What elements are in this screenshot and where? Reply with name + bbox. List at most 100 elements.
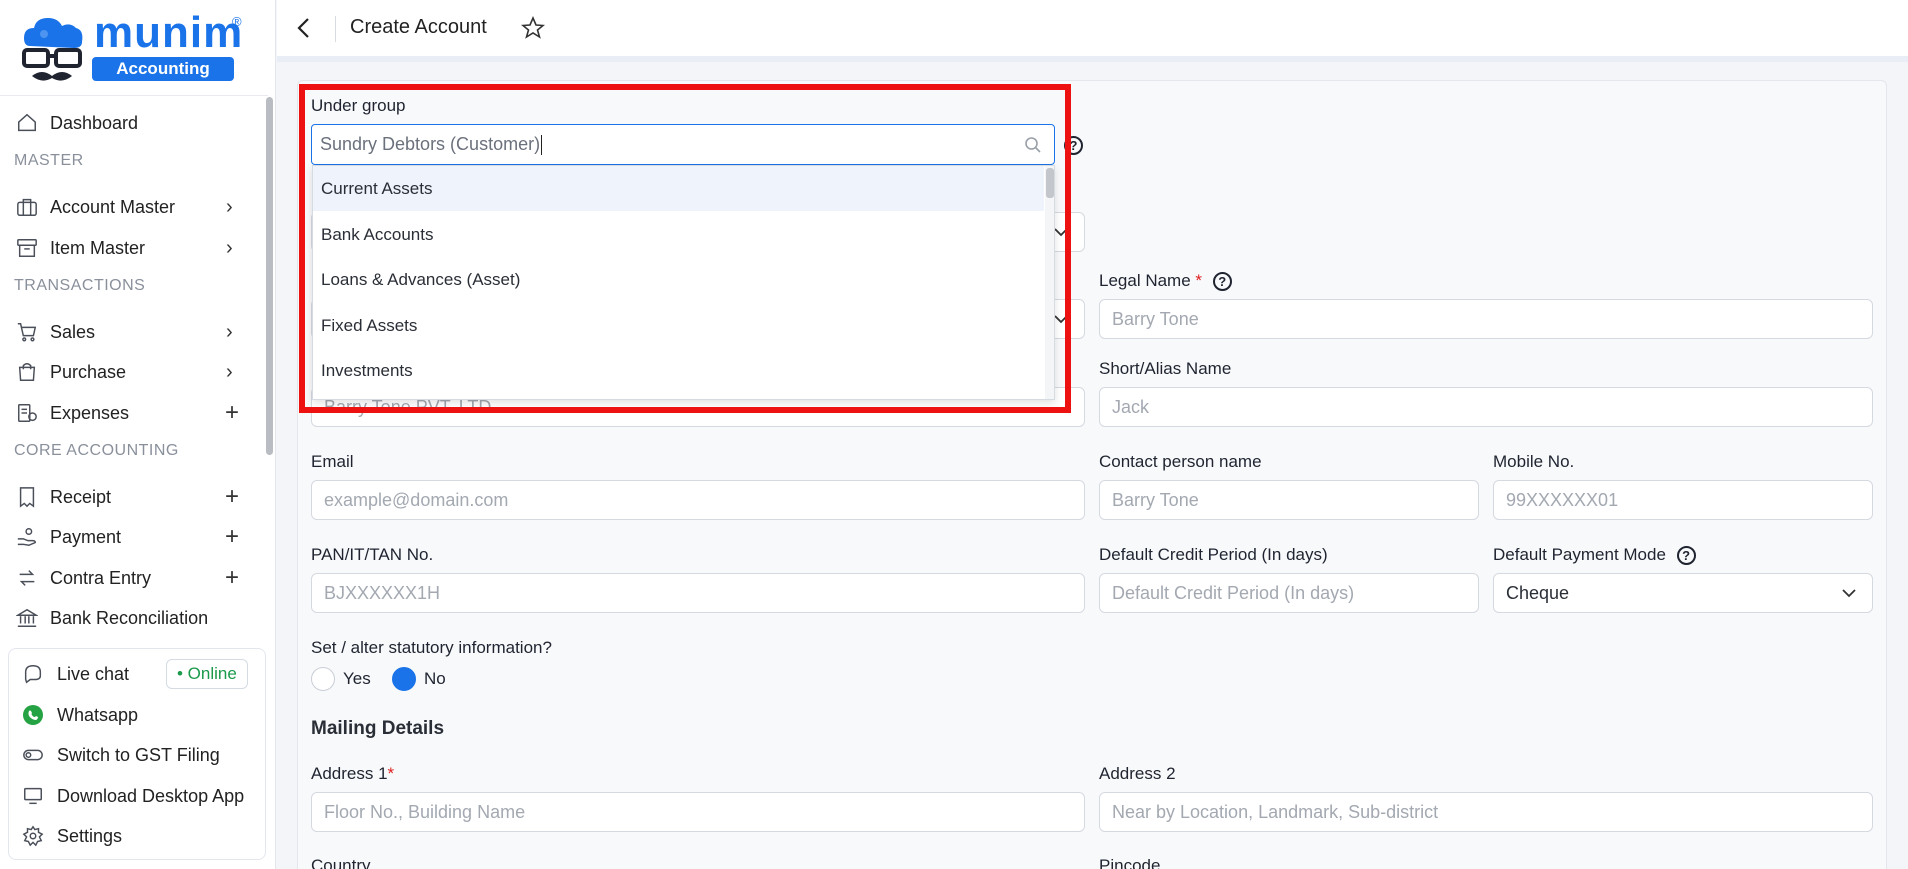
sidebar-item-expenses[interactable]: Expenses + xyxy=(0,394,260,432)
dropdown-option[interactable]: Bank Accounts xyxy=(313,212,1044,257)
legal-name-input[interactable]: Barry Tone xyxy=(1099,299,1873,339)
section-core-accounting: CORE ACCOUNTING xyxy=(14,442,179,459)
sidebar-divider xyxy=(0,95,268,96)
page-title: Create Account xyxy=(350,16,487,38)
add-receipt-icon[interactable]: + xyxy=(225,485,239,509)
under-group-dropdown: Current Assets Bank Accounts Loans & Adv… xyxy=(312,165,1055,400)
sidebar-item-label: Payment xyxy=(50,526,122,547)
whatsapp-item[interactable]: Whatsapp xyxy=(9,697,265,733)
dropdown-option[interactable]: Fixed Assets xyxy=(313,303,1044,348)
contact-person-input[interactable]: Barry Tone xyxy=(1099,480,1479,520)
pan-input[interactable]: BJXXXXXX1H xyxy=(311,573,1085,613)
under-group-value: Sundry Debtors (Customer) xyxy=(320,134,541,154)
dropdown-option[interactable]: Investments xyxy=(313,348,1044,393)
required-marker: * xyxy=(387,764,395,783)
pan-label: PAN/IT/TAN No. xyxy=(311,545,434,564)
pincode-label: Pincode xyxy=(1099,856,1161,869)
sidebar-scrollbar[interactable] xyxy=(266,97,273,455)
pan-placeholder: BJXXXXXX1H xyxy=(324,582,441,603)
under-group-help-icon[interactable]: ? xyxy=(1064,136,1083,155)
sidebar-item-receipt[interactable]: Receipt + xyxy=(0,478,260,516)
settings-item[interactable]: Settings xyxy=(9,818,265,854)
mailing-details-title: Mailing Details xyxy=(311,718,445,739)
alias-name-placeholder: Jack xyxy=(1112,396,1150,417)
email-input[interactable]: example@domain.com xyxy=(311,480,1085,520)
briefcase-icon xyxy=(15,195,39,219)
sidebar-item-account-master[interactable]: Account Master › xyxy=(0,188,260,226)
switch-gst-item[interactable]: Switch to GST Filing xyxy=(9,737,265,773)
credit-period-placeholder: Default Credit Period (In days) xyxy=(1112,582,1355,603)
switch-gst-label: Switch to GST Filing xyxy=(57,744,220,765)
address1-input[interactable]: Floor No., Building Name xyxy=(311,792,1085,832)
download-desktop-item[interactable]: Download Desktop App xyxy=(9,778,265,814)
payment-mode-select[interactable]: Cheque xyxy=(1493,573,1873,613)
sidebar-item-payment[interactable]: Payment + xyxy=(0,518,260,556)
sidebar: munim ® Accounting Dashboard MASTER Acco… xyxy=(0,0,276,869)
alias-name-label: Short/Alias Name xyxy=(1099,359,1232,378)
star-icon xyxy=(520,15,546,39)
payment-mode-help-icon[interactable]: ? xyxy=(1676,546,1696,566)
section-transactions: TRANSACTIONS xyxy=(14,277,146,294)
sidebar-item-purchase[interactable]: Purchase › xyxy=(0,353,260,391)
legal-name-help-icon[interactable]: ? xyxy=(1212,272,1232,292)
address1-label: Address 1* xyxy=(311,764,394,784)
favorite-button[interactable] xyxy=(520,15,546,40)
statutory-yes-radio[interactable] xyxy=(311,667,335,691)
brand-logo[interactable]: munim ® Accounting xyxy=(18,8,242,86)
dropdown-scroll-track[interactable] xyxy=(1045,166,1054,399)
section-master: MASTER xyxy=(14,152,84,169)
under-group-label: Under group xyxy=(311,96,406,115)
email-placeholder: example@domain.com xyxy=(324,489,509,510)
dropdown-option[interactable]: Loans & Advances (Asset) xyxy=(313,257,1044,302)
address1-label-text: Address 1 xyxy=(311,764,388,783)
add-contra-icon[interactable]: + xyxy=(225,566,239,590)
mobile-placeholder: 99XXXXXX01 xyxy=(1506,489,1619,510)
chevron-left-icon xyxy=(297,18,309,38)
text-caret xyxy=(541,134,543,155)
dropdown-option[interactable]: Current Assets xyxy=(313,166,1044,211)
add-payment-icon[interactable]: + xyxy=(225,525,239,549)
archive-icon xyxy=(15,236,39,260)
required-marker: * xyxy=(1195,271,1203,290)
sidebar-item-dashboard[interactable]: Dashboard xyxy=(0,104,260,142)
search-icon xyxy=(1025,137,1041,153)
sidebar-item-sales[interactable]: Sales › xyxy=(0,313,260,351)
live-chat-item[interactable]: Live chat • Online xyxy=(9,656,265,692)
under-group-search-input[interactable]: Sundry Debtors (Customer) xyxy=(311,124,1055,165)
brand-tagline: Accounting xyxy=(92,57,234,81)
sidebar-item-bank-reconciliation[interactable]: Bank Reconciliation xyxy=(0,599,260,637)
statutory-no-radio[interactable] xyxy=(392,667,416,691)
sidebar-item-contra-entry[interactable]: Contra Entry + xyxy=(0,559,260,597)
online-status-badge: • Online xyxy=(166,659,248,689)
mobile-input[interactable]: 99XXXXXX01 xyxy=(1493,480,1873,520)
sidebar-footer: Live chat • Online Whatsapp Switch to GS… xyxy=(8,648,266,860)
contact-person-placeholder: Barry Tone xyxy=(1112,489,1199,510)
registered-mark: ® xyxy=(232,14,242,29)
header-divider xyxy=(335,16,336,42)
monitor-icon xyxy=(21,784,45,808)
sidebar-item-label: Sales xyxy=(50,321,96,342)
sidebar-item-label: Purchase xyxy=(50,361,127,382)
chevron-right-icon: › xyxy=(226,360,233,383)
address2-input[interactable]: Near by Location, Landmark, Sub-district xyxy=(1099,792,1873,832)
whatsapp-label: Whatsapp xyxy=(57,704,139,725)
dropdown-scrollbar[interactable] xyxy=(1046,168,1054,198)
chevron-down-icon xyxy=(1842,589,1856,598)
add-expense-icon[interactable]: + xyxy=(225,401,239,425)
statutory-yes-label: Yes xyxy=(343,669,371,688)
settings-label: Settings xyxy=(57,825,123,846)
address2-placeholder: Near by Location, Landmark, Sub-district xyxy=(1112,801,1439,822)
credit-period-label: Default Credit Period (In days) xyxy=(1099,545,1328,564)
sidebar-item-item-master[interactable]: Item Master › xyxy=(0,229,260,267)
back-button[interactable] xyxy=(295,14,317,42)
statutory-no-label: No xyxy=(424,669,446,688)
address1-placeholder: Floor No., Building Name xyxy=(324,801,526,822)
legal-name-label-text: Legal Name xyxy=(1099,271,1191,290)
sidebar-item-label: Receipt xyxy=(50,486,112,507)
sidebar-item-label: Item Master xyxy=(50,237,146,258)
header-strip xyxy=(277,56,1908,62)
sidebar-item-label: Dashboard xyxy=(50,112,139,133)
mobile-label: Mobile No. xyxy=(1493,452,1575,471)
alias-name-input[interactable]: Jack xyxy=(1099,387,1873,427)
credit-period-input[interactable]: Default Credit Period (In days) xyxy=(1099,573,1479,613)
